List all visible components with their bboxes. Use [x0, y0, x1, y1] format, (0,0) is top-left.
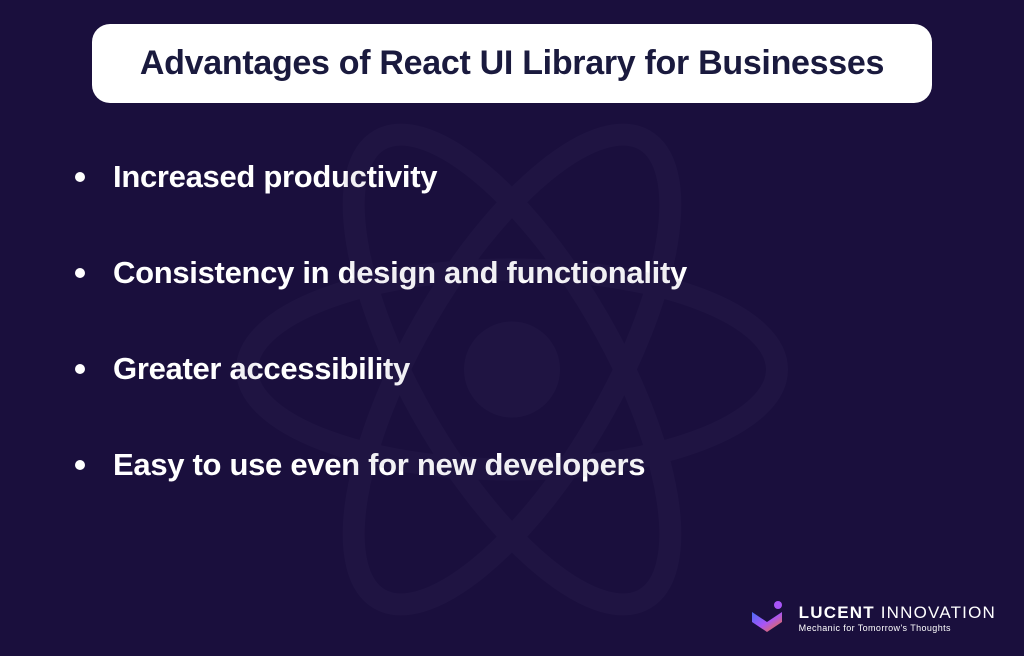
company-logo-icon	[746, 598, 788, 640]
company-name-bold: LUCENT	[799, 603, 875, 622]
company-tagline: Mechanic for Tomorrow's Thoughts	[799, 623, 996, 635]
company-logo-text: LUCENT INNOVATION Mechanic for Tomorrow'…	[799, 603, 996, 635]
page-title: Advantages of React UI Library for Busin…	[140, 44, 884, 83]
company-name: LUCENT INNOVATION	[799, 603, 996, 623]
footer-logo: LUCENT INNOVATION Mechanic for Tomorrow'…	[746, 598, 996, 640]
company-name-light: INNOVATION	[875, 603, 996, 622]
react-logo-background	[232, 89, 792, 654]
